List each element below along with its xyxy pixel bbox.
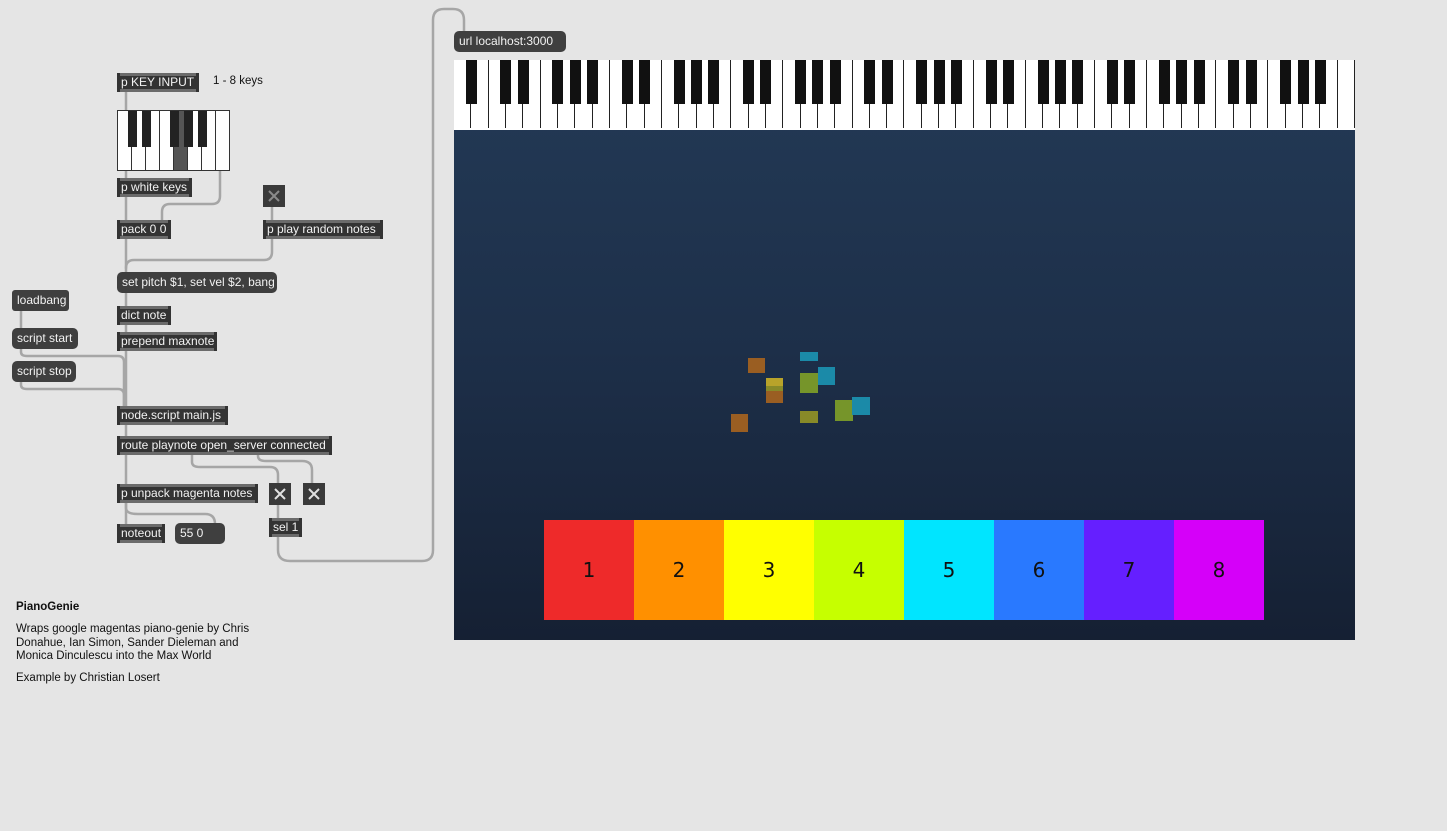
black-key[interactable] <box>1245 60 1257 104</box>
note-particle <box>800 352 818 361</box>
black-key[interactable] <box>1106 60 1118 104</box>
mini-black-key[interactable] <box>183 111 193 147</box>
genie-key-3[interactable]: 3 <box>724 520 814 620</box>
note-particle <box>800 411 818 423</box>
black-key[interactable] <box>916 60 928 104</box>
note-particle <box>748 358 765 373</box>
black-key[interactable] <box>1158 60 1170 104</box>
black-key[interactable] <box>1037 60 1049 104</box>
black-key[interactable] <box>1193 60 1205 104</box>
black-key[interactable] <box>864 60 876 104</box>
black-key[interactable] <box>743 60 755 104</box>
p-key-input-object[interactable]: p KEY INPUT <box>117 73 199 92</box>
random-notes-toggle[interactable] <box>263 185 285 207</box>
black-key[interactable] <box>1072 60 1084 104</box>
black-key[interactable] <box>1054 60 1066 104</box>
black-key[interactable] <box>569 60 581 104</box>
note-particle <box>852 397 870 415</box>
p-white-keys-object[interactable]: p white keys <box>117 178 192 197</box>
black-key[interactable] <box>881 60 893 104</box>
black-key[interactable] <box>812 60 824 104</box>
note-number-box[interactable]: 55 0 <box>175 523 225 544</box>
black-key[interactable] <box>552 60 564 104</box>
black-key[interactable] <box>829 60 841 104</box>
black-key[interactable] <box>621 60 633 104</box>
genie-keys[interactable]: 12345678 <box>544 520 1264 620</box>
black-key[interactable] <box>639 60 651 104</box>
black-key[interactable] <box>1176 60 1188 104</box>
genie-key-4[interactable]: 4 <box>814 520 904 620</box>
black-key[interactable] <box>985 60 997 104</box>
black-key[interactable] <box>673 60 685 104</box>
black-key[interactable] <box>1228 60 1240 104</box>
genie-key-5[interactable]: 5 <box>904 520 994 620</box>
white-key[interactable] <box>1337 60 1355 128</box>
p-unpack-magenta-notes-object[interactable]: p unpack magenta notes <box>117 484 258 503</box>
noteout-object[interactable]: noteout <box>117 524 165 543</box>
genie-key-6[interactable]: 6 <box>994 520 1084 620</box>
node-script-object[interactable]: node.script main.js <box>117 406 228 425</box>
url-message[interactable]: url localhost:3000 <box>454 31 566 52</box>
mini-black-key[interactable] <box>197 111 207 147</box>
black-key[interactable] <box>1314 60 1326 104</box>
set-pitch-message[interactable]: set pitch $1, set vel $2, bang <box>117 272 277 293</box>
mini-black-key[interactable] <box>127 111 137 147</box>
note-particle <box>731 414 748 432</box>
patch-credit: Example by Christian Losert <box>16 672 160 684</box>
genie-key-2[interactable]: 2 <box>634 520 724 620</box>
piano-keyboard[interactable] <box>454 60 1355 130</box>
genie-key-8[interactable]: 8 <box>1174 520 1264 620</box>
toggle-x-icon <box>308 488 320 500</box>
patch-description: Wraps google magentas piano-genie by Chr… <box>16 623 250 662</box>
pack-object[interactable]: pack 0 0 <box>117 220 171 239</box>
piano-genie-web-view[interactable]: 12345678 <box>454 60 1355 640</box>
mini-black-key[interactable] <box>169 111 179 147</box>
patch-title: PianoGenie <box>16 601 80 613</box>
note-particle <box>800 373 818 393</box>
dict-note-object[interactable]: dict note <box>117 306 171 325</box>
black-key[interactable] <box>1002 60 1014 104</box>
note-particle <box>766 391 783 403</box>
route-object[interactable]: route playnote open_server connected <box>117 436 332 455</box>
note-particle <box>835 400 853 421</box>
key-input-comment: 1 - 8 keys <box>213 75 263 87</box>
p-play-random-notes-object[interactable]: p play random notes <box>263 220 383 239</box>
toggle-x-icon <box>274 488 286 500</box>
black-key[interactable] <box>1124 60 1136 104</box>
black-key[interactable] <box>1297 60 1309 104</box>
note-particle <box>818 367 835 385</box>
script-stop-message[interactable]: script stop <box>12 361 76 382</box>
toggle-x-icon <box>268 190 280 202</box>
black-key[interactable] <box>760 60 772 104</box>
black-key[interactable] <box>708 60 720 104</box>
black-key[interactable] <box>795 60 807 104</box>
black-key[interactable] <box>500 60 512 104</box>
black-key[interactable] <box>950 60 962 104</box>
connected-toggle[interactable] <box>303 483 325 505</box>
black-key[interactable] <box>517 60 529 104</box>
sel-object[interactable]: sel 1 <box>269 518 302 537</box>
loadbang-object[interactable]: loadbang <box>12 290 69 311</box>
script-start-message[interactable]: script start <box>12 328 78 349</box>
black-key[interactable] <box>1280 60 1292 104</box>
genie-key-1[interactable]: 1 <box>544 520 634 620</box>
black-key[interactable] <box>587 60 599 104</box>
mini-white-key[interactable] <box>216 111 230 170</box>
open-server-toggle[interactable] <box>269 483 291 505</box>
prepend-maxnote-object[interactable]: prepend maxnote <box>117 332 217 351</box>
mini-keyboard[interactable] <box>117 110 230 171</box>
black-key[interactable] <box>465 60 477 104</box>
mini-black-key[interactable] <box>141 111 151 147</box>
black-key[interactable] <box>933 60 945 104</box>
black-key[interactable] <box>691 60 703 104</box>
genie-key-7[interactable]: 7 <box>1084 520 1174 620</box>
